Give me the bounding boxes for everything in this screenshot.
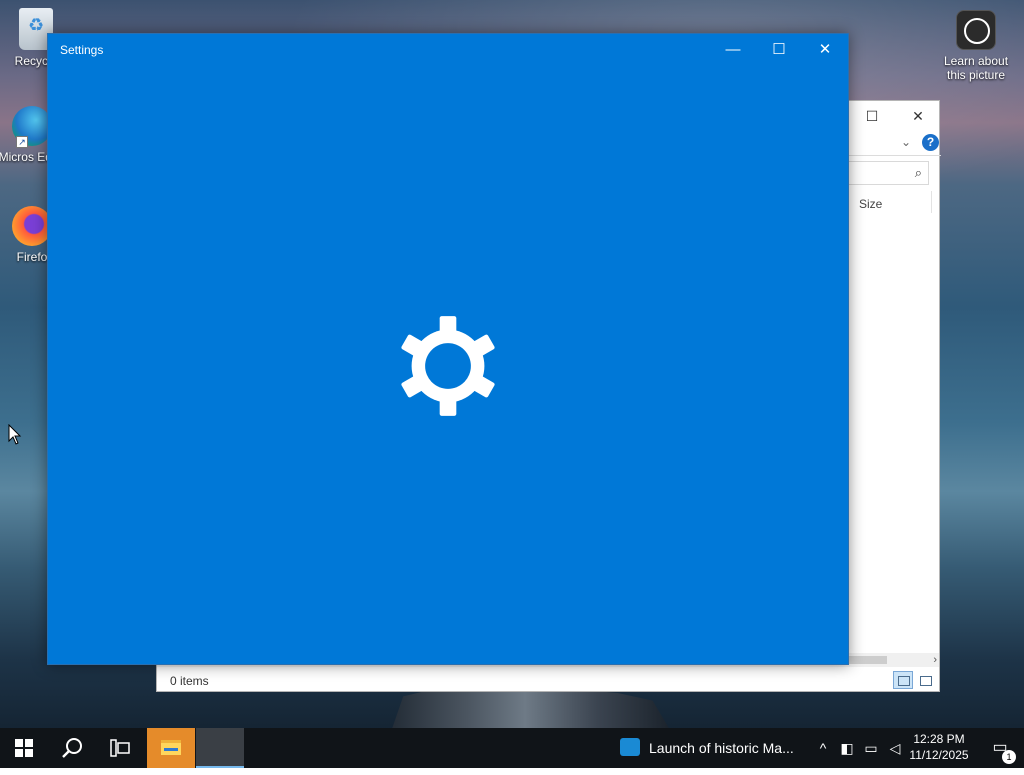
ribbon-expand-chevron-icon[interactable]: ⌄: [901, 135, 911, 149]
clock-date: 11/12/2025: [909, 748, 969, 762]
task-view-icon: [110, 739, 130, 757]
gear-icon: [401, 316, 495, 416]
status-item-count: 0 items: [170, 674, 209, 688]
column-header-size[interactable]: Size: [859, 197, 882, 211]
details-view-button[interactable]: [893, 671, 913, 689]
taskbar: Launch of historic Ma... ^ ◧ ▭ ◁ 12:28 P…: [0, 728, 1024, 768]
explorer-maximize-button[interactable]: ☐: [849, 101, 895, 131]
learn-picture-icon: [956, 10, 996, 50]
desktop-icon-learn-about-picture[interactable]: Learn about this picture: [934, 10, 1018, 82]
help-icon[interactable]: ?: [922, 134, 939, 151]
task-view-button[interactable]: [96, 728, 144, 768]
show-hidden-icons-chevron-icon[interactable]: ^: [812, 728, 834, 768]
volume-muted-icon[interactable]: ◁: [884, 728, 906, 768]
scroll-right-arrow-icon[interactable]: ›: [933, 653, 937, 667]
close-button[interactable]: ✕: [802, 34, 848, 65]
notification-count-badge: 1: [1002, 750, 1016, 764]
folder-icon: [161, 740, 181, 755]
firefox-icon: [12, 206, 52, 246]
mouse-cursor-icon: [8, 424, 22, 445]
clock[interactable]: 12:28 PM 11/12/2025: [904, 731, 974, 763]
search-icon: [62, 738, 82, 758]
taskbar-file-explorer[interactable]: [147, 728, 195, 768]
start-button[interactable]: [0, 728, 48, 768]
meet-now-icon[interactable]: ◧: [836, 728, 858, 768]
desktop-icon-label: Learn about this picture: [943, 54, 1009, 82]
desktop-background: Recycle ↗ Micros Edge Firefo Learn about…: [0, 0, 1024, 768]
shortcut-arrow-icon: ↗: [16, 136, 28, 148]
search-icon: ⌕: [914, 165, 922, 180]
news-headline: Launch of historic Ma...: [649, 740, 794, 756]
edge-icon: ↗: [12, 106, 52, 148]
taskbar-settings[interactable]: [196, 728, 244, 768]
column-divider[interactable]: [931, 191, 932, 213]
windows-logo-icon: [15, 739, 33, 757]
settings-window-title: Settings: [60, 43, 104, 57]
maximize-button[interactable]: ☐: [756, 34, 802, 65]
network-icon[interactable]: ▭: [860, 728, 882, 768]
explorer-search-input[interactable]: ⌕: [837, 161, 929, 185]
minimize-button[interactable]: —: [710, 34, 756, 65]
explorer-close-button[interactable]: ✕: [895, 101, 941, 131]
settings-window[interactable]: Settings — ☐ ✕: [47, 33, 849, 665]
action-center-button[interactable]: ▭ 1: [980, 728, 1020, 768]
clock-time: 12:28 PM: [913, 732, 965, 746]
large-icons-view-button[interactable]: [915, 671, 935, 689]
news-icon: [620, 738, 640, 756]
taskbar-search-button[interactable]: [48, 728, 96, 768]
news-widget[interactable]: Launch of historic Ma...: [614, 728, 804, 768]
wallpaper-rock: [391, 688, 670, 730]
